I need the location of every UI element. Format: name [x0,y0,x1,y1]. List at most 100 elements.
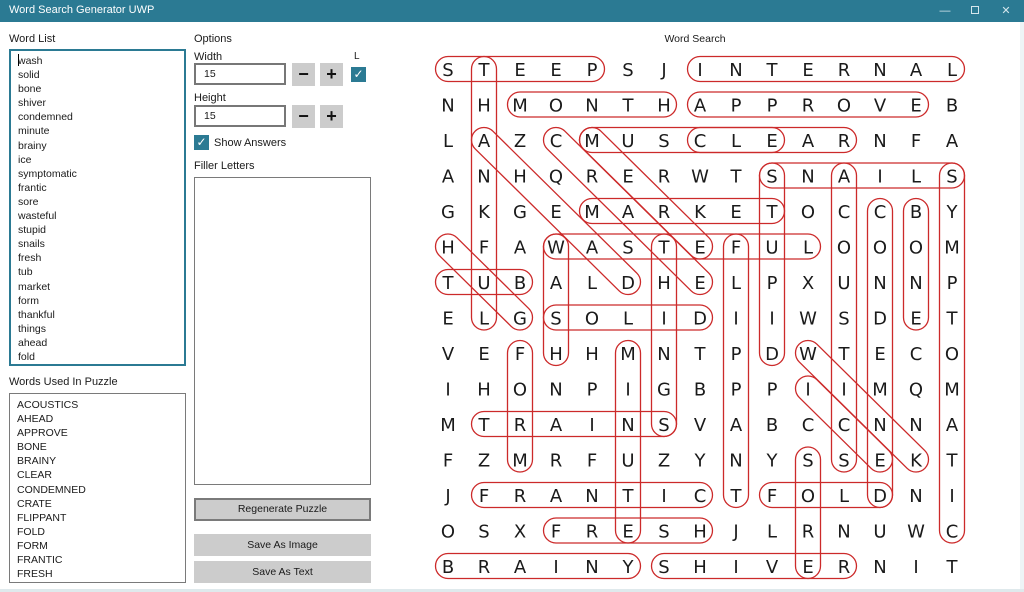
grid-cell: I [697,60,702,81]
grid-cell: P [767,273,778,294]
grid-cell: S [838,309,849,330]
grid-cell: I [553,557,558,578]
grid-cell: C [838,415,851,436]
grid-cell: D [693,309,707,330]
grid-cell: E [694,273,705,294]
grid-cell: U [621,451,634,472]
grid-cell: F [911,131,921,152]
grid-cell: C [838,202,851,223]
grid-cell: D [873,309,887,330]
grid-cell: M [620,344,636,365]
grid-cell: O [513,380,527,401]
grid-cell: O [837,238,851,259]
grid-cell: U [837,273,850,294]
grid-cell: N [873,273,886,294]
window-edge [1020,22,1024,592]
grid-cell: Y [766,451,779,472]
grid-cell: A [946,131,959,152]
grid-cell: O [873,238,887,259]
grid-cell: H [585,344,599,365]
grid-cell: T [766,202,779,223]
grid-cell: V [766,557,779,578]
grid-cell: H [657,273,671,294]
grid-cell: L [947,60,957,81]
grid-cell: P [587,380,598,401]
grid-cell: M [512,451,528,472]
grid-cell: N [585,96,598,117]
grid-cell: B [514,273,526,294]
grid-cell: H [657,96,671,117]
grid-cell: J [660,60,666,81]
grid-cell: Y [622,557,635,578]
grid-cell: E [802,60,813,81]
grid-cell: F [479,486,489,507]
grid-cell: W [907,522,925,543]
grid-cell: F [479,238,489,259]
grid-cell: P [767,380,778,401]
grid-cell: N [873,415,886,436]
grid-cell: F [515,344,525,365]
grid-cell: R [478,557,491,578]
grid-cell: W [691,167,709,188]
grid-cell: M [584,202,600,223]
grid-cell: C [910,344,923,365]
grid-cell: I [733,557,738,578]
grid-cell: T [838,344,851,365]
grid-cell: L [443,131,453,152]
grid-cell: N [441,96,454,117]
grid-cell: T [658,238,671,259]
grid-cell: P [731,344,742,365]
grid-cell: I [841,380,846,401]
grid-cell: L [731,131,741,152]
grid-cell: L [623,309,633,330]
grid-cell: A [550,273,563,294]
grid-cell: K [478,202,491,223]
grid-cell: T [730,167,743,188]
grid-cell: B [694,380,706,401]
grid-cell: S [658,522,669,543]
grid-cell: I [913,557,918,578]
grid-cell: H [513,167,527,188]
grid-cell: D [621,273,635,294]
grid-cell: R [658,202,671,223]
answer-highlight-minute [614,339,642,544]
grid-cell: F [551,522,561,543]
grid-cell: O [909,238,923,259]
grid-cell: U [765,238,778,259]
grid-cell: N [873,131,886,152]
grid-cell: O [585,309,599,330]
grid-cell: L [731,273,741,294]
grid-cell: V [442,344,455,365]
grid-cell: W [799,309,817,330]
grid-cell: C [802,415,815,436]
grid-cell: R [586,167,599,188]
grid-cell: S [658,415,669,436]
grid-cell: N [585,557,598,578]
grid-cell: R [802,96,815,117]
grid-cell: N [801,167,814,188]
grid-cell: W [799,344,817,365]
grid-cell: O [549,96,563,117]
grid-cell: N [477,167,490,188]
grid-cell: N [549,380,562,401]
grid-cell: O [801,486,815,507]
grid-cell: O [837,96,851,117]
grid-cell: R [838,60,851,81]
grid-cell: C [550,131,563,152]
grid-cell: W [547,238,565,259]
grid-cell: M [512,96,528,117]
grid-cell: T [478,60,491,81]
grid-cell: M [944,238,960,259]
grid-cell: R [514,415,527,436]
grid-cell: R [838,557,851,578]
grid-cell: A [910,60,923,81]
grid-cell: I [661,486,666,507]
grid-cell: A [550,486,563,507]
grid-cell: A [442,167,455,188]
grid-cell: E [694,238,705,259]
grid-cell: E [874,451,885,472]
grid-cell: G [513,309,527,330]
grid-cell: B [910,202,922,223]
grid-cell: F [587,451,597,472]
grid-cell: H [477,96,491,117]
